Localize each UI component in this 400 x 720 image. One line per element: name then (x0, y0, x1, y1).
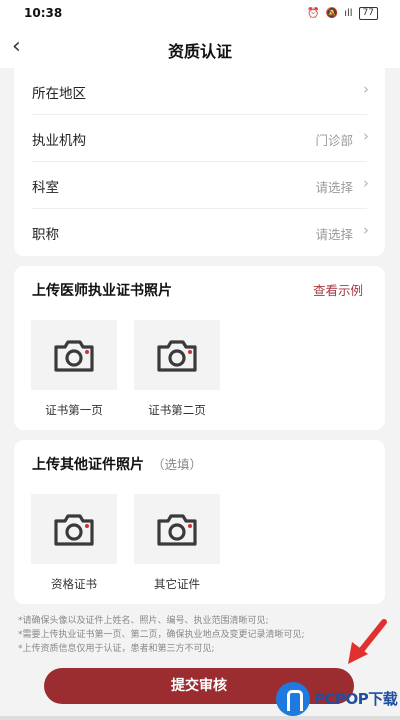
camera-icon (157, 340, 197, 372)
form-row-region[interactable]: 所在地区 › (14, 68, 385, 115)
watermark-text: PCPOP下载 (314, 690, 398, 708)
upload-caption: 其它证件 (154, 577, 200, 591)
optional-label: （选填） (152, 457, 203, 472)
upload-slot-other[interactable] (134, 494, 220, 564)
row-value: 请选择 (315, 180, 353, 195)
signal-icon: ıll (344, 8, 353, 19)
section-title: 上传医师执业证书照片 (32, 283, 172, 299)
upload-caption: 证书第一页 (45, 403, 103, 417)
other-upload-card: 上传其他证件照片 （选填） 资格证书 其它证件 (14, 440, 385, 604)
section-title-text: 上传其他证件照片 (32, 457, 144, 473)
upload-caption: 资格证书 (51, 577, 97, 591)
alarm-icon: ⏰ (307, 8, 320, 19)
watermark-logo-icon (276, 681, 310, 716)
camera-icon (54, 514, 94, 546)
row-value: 门诊部 (315, 133, 353, 148)
upload-slot-page-one[interactable] (31, 320, 117, 390)
note-line: *需要上传执业证书第一页、第二页，确保执业地点及变更记录清晰可见; (18, 630, 305, 640)
status-bar: 10:38 ⏰ 🔕 ıll 77 (0, 0, 400, 28)
note-line: *请确保头像以及证件上姓名、照片、编号、执业范围清晰可见; (18, 616, 269, 626)
row-label: 职称 (32, 227, 59, 243)
form-row-title[interactable]: 职称 请选择 › (14, 209, 385, 256)
info-card: 所在地区 › 执业机构 门诊部 › 科室 请选择 › 职称 请选择 › (14, 68, 385, 256)
upload-caption: 证书第二页 (148, 403, 206, 417)
view-example-link[interactable]: 查看示例 (313, 280, 363, 299)
red-arrow-icon (348, 619, 387, 664)
row-value: 请选择 (315, 227, 353, 242)
form-row-institution[interactable]: 执业机构 门诊部 › (14, 115, 385, 162)
watermark: PCPOP下载 (276, 677, 400, 720)
battery-icon: 77 (358, 7, 378, 20)
home-indicator (0, 716, 400, 720)
form-row-department[interactable]: 科室 请选择 › (14, 162, 385, 209)
page-title: 资质认证 (167, 42, 232, 61)
status-time: 10:38 (24, 6, 63, 20)
camera-icon (54, 340, 94, 372)
row-label: 执业机构 (32, 133, 86, 149)
row-label: 科室 (32, 180, 59, 196)
chevron-right-icon: › (363, 221, 369, 239)
nav-bar: ‹ 资质认证 (0, 28, 400, 68)
upload-slot-page-two[interactable] (134, 320, 220, 390)
section-title: 上传其他证件照片 （选填） (32, 454, 202, 474)
status-icons: ⏰ 🔕 ıll 77 (307, 7, 378, 20)
camera-icon (157, 514, 197, 546)
chevron-right-icon: › (363, 174, 369, 192)
upload-slot-qualification[interactable] (31, 494, 117, 564)
notes: *请确保头像以及证件上姓名、照片、编号、执业范围清晰可见; *需要上传执业证书第… (18, 614, 384, 656)
row-label: 所在地区 (32, 86, 86, 102)
license-upload-card: 上传医师执业证书照片 查看示例 证书第一页 证书第二页 (14, 266, 385, 430)
note-line: *上传资质信息仅用于认证，患者和第三方不可见; (18, 644, 215, 654)
chevron-right-icon: › (363, 127, 369, 145)
chevron-right-icon: › (363, 80, 369, 98)
mute-icon: 🔕 (325, 8, 339, 19)
